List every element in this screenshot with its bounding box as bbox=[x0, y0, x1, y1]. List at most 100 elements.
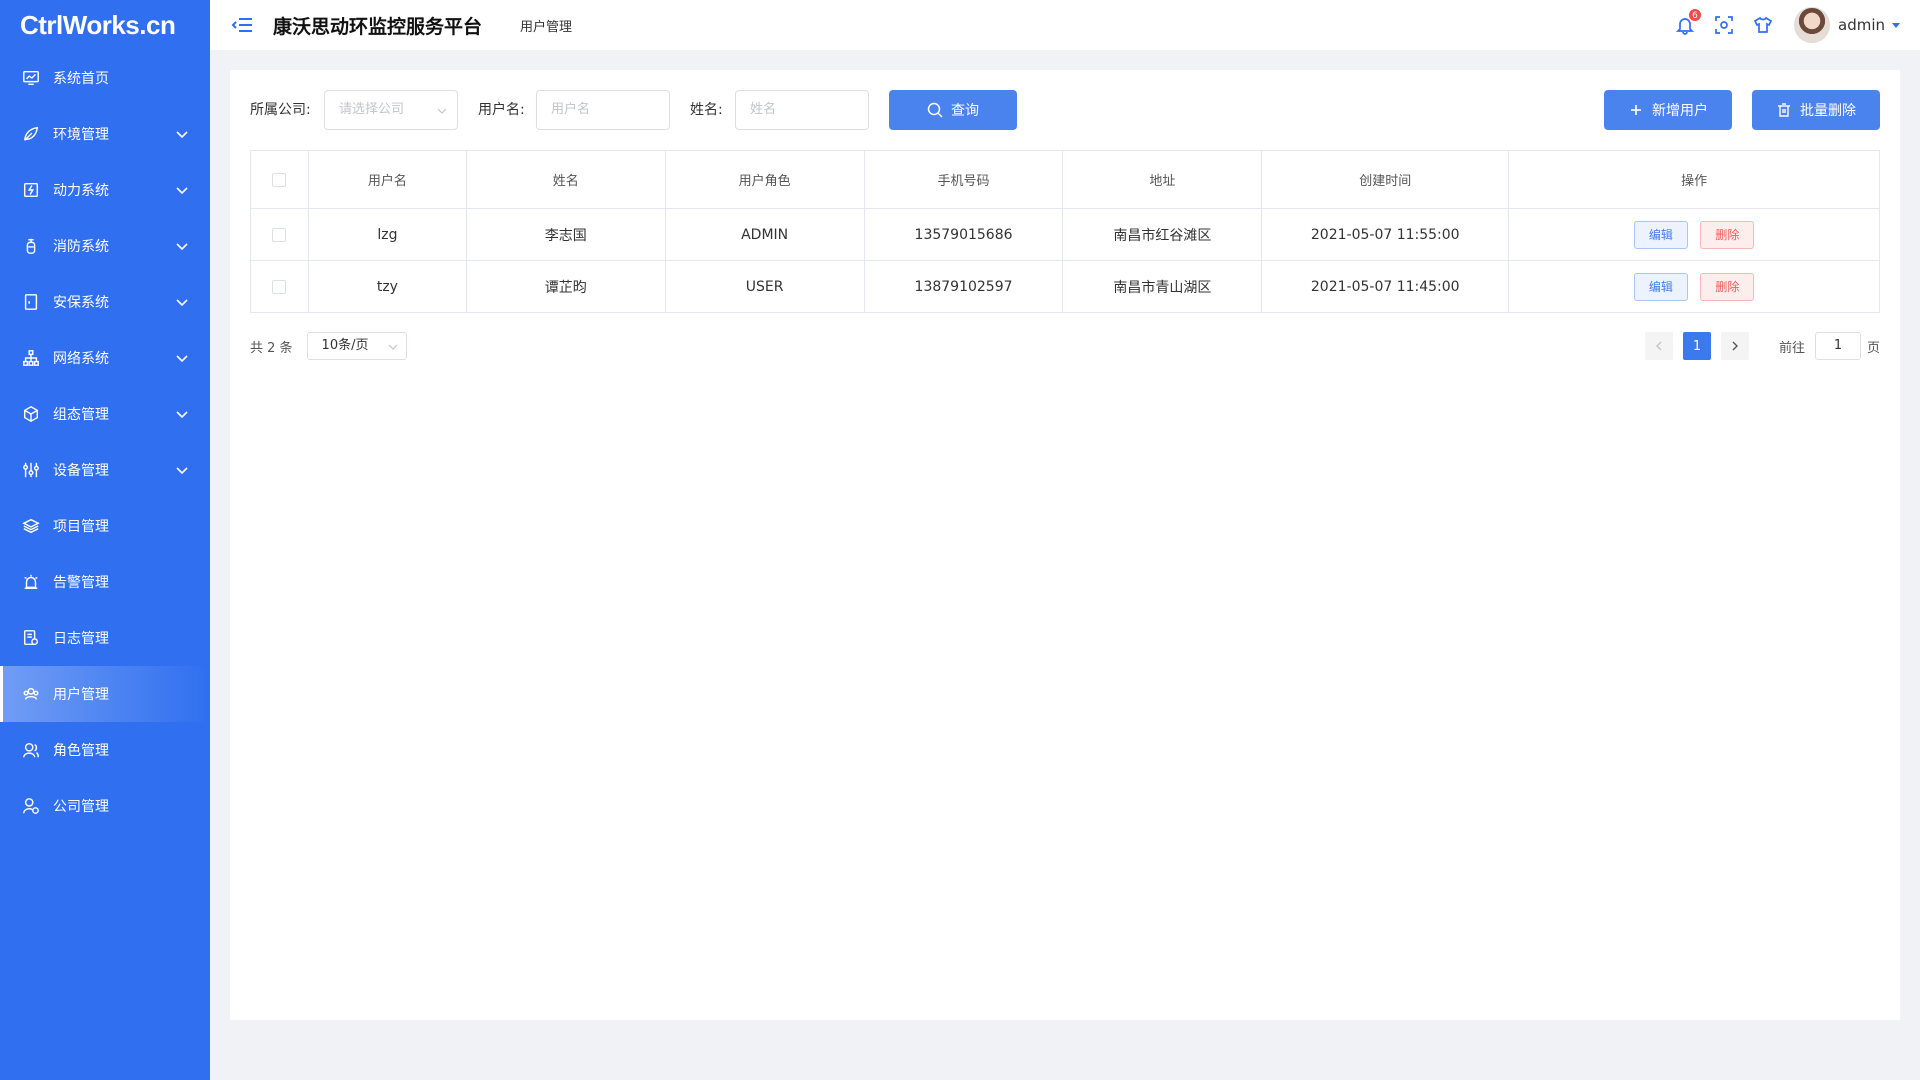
alarm-icon bbox=[21, 572, 41, 592]
edit-button[interactable]: 编辑 bbox=[1633, 220, 1688, 249]
cube-icon bbox=[21, 404, 41, 424]
chevron-down-icon bbox=[176, 355, 188, 363]
sidebar-item-alarms[interactable]: 告警管理 bbox=[0, 554, 210, 610]
row-select-cell bbox=[250, 260, 309, 313]
page-number-button[interactable]: 1 bbox=[1682, 332, 1711, 360]
sidebar-menu: 系统首页 环境管理 动力系统 消防系统 安保系统 网络系统 组态管理 设备管理 … bbox=[0, 50, 210, 834]
delete-button[interactable]: 删除 bbox=[1700, 220, 1755, 249]
sidebar-item-projects[interactable]: 项目管理 bbox=[0, 498, 210, 554]
batch-delete-button-label: 批量删除 bbox=[1800, 103, 1856, 119]
screen-capture-icon[interactable] bbox=[1713, 14, 1735, 36]
prev-page-button[interactable] bbox=[1644, 332, 1673, 360]
cell-username: tzy bbox=[307, 260, 467, 313]
power-icon bbox=[21, 180, 41, 200]
goto-page-input[interactable]: 1 bbox=[1814, 332, 1861, 360]
notification-badge: 6 bbox=[1688, 8, 1702, 22]
logo: CtrlWorks.cn bbox=[20, 9, 176, 40]
name-input[interactable]: 姓名 bbox=[735, 90, 869, 130]
row-select-cell bbox=[250, 208, 309, 261]
sidebar-item-devices[interactable]: 设备管理 bbox=[0, 442, 210, 498]
log-icon bbox=[21, 628, 41, 648]
sidebar-item-companies[interactable]: 公司管理 bbox=[0, 778, 210, 834]
search-button-label: 查询 bbox=[951, 103, 979, 119]
delete-button[interactable]: 删除 bbox=[1700, 272, 1755, 301]
page-size-select[interactable]: 10条/页 bbox=[306, 332, 407, 360]
username-input[interactable]: 用户名 bbox=[536, 90, 670, 130]
chevron-down-icon bbox=[437, 108, 447, 114]
column-header: 姓名 bbox=[465, 150, 666, 209]
app-title: 康沃思动环监控服务平台 bbox=[273, 15, 483, 38]
avatar[interactable] bbox=[1794, 7, 1830, 43]
company-filter-label: 所属公司: bbox=[250, 102, 311, 118]
sliders-icon bbox=[21, 460, 41, 480]
caret-down-icon[interactable] bbox=[1892, 22, 1900, 28]
cell-created: 2021-05-07 11:45:00 bbox=[1261, 260, 1510, 313]
sidebar-item-label: 系统首页 bbox=[53, 71, 109, 87]
sidebar-item-home[interactable]: 系统首页 bbox=[0, 50, 210, 106]
cell-role: ADMIN bbox=[664, 208, 865, 261]
row-checkbox[interactable] bbox=[272, 227, 287, 242]
sidebar-item-configuration[interactable]: 组态管理 bbox=[0, 386, 210, 442]
next-page-button[interactable] bbox=[1720, 332, 1749, 360]
page-size-value: 10条/页 bbox=[321, 338, 369, 353]
users-icon bbox=[21, 684, 41, 704]
sidebar-item-power[interactable]: 动力系统 bbox=[0, 162, 210, 218]
filter-toolbar: 所属公司: 请选择公司 用户名: 用户名 姓名: 姓名 查询 新增用户 批量删除 bbox=[230, 90, 1900, 130]
username-filter-label: 用户名: bbox=[478, 102, 525, 118]
sidebar-item-label: 安保系统 bbox=[53, 295, 109, 311]
column-header: 创建时间 bbox=[1261, 150, 1510, 209]
fire-extinguisher-icon bbox=[21, 236, 41, 256]
role-icon bbox=[21, 740, 41, 760]
sidebar-item-environment[interactable]: 环境管理 bbox=[0, 106, 210, 162]
sidebar-item-users[interactable]: 用户管理 bbox=[0, 666, 210, 722]
security-door-icon bbox=[21, 292, 41, 312]
sidebar-item-fire[interactable]: 消防系统 bbox=[0, 218, 210, 274]
total-count: 共 2 条 bbox=[250, 340, 293, 356]
sidebar-item-label: 设备管理 bbox=[53, 463, 109, 479]
sidebar-item-label: 环境管理 bbox=[53, 127, 109, 143]
table-row: lzg 李志国 ADMIN 13579015686 南昌市红谷滩区 2021-0… bbox=[250, 208, 1880, 261]
username-input-placeholder: 用户名 bbox=[551, 102, 591, 117]
leaf-icon bbox=[21, 124, 41, 144]
breadcrumb: 用户管理 bbox=[520, 19, 573, 35]
sidebar-item-label: 网络系统 bbox=[53, 351, 109, 367]
chevron-down-icon bbox=[176, 411, 188, 419]
add-user-button-label: 新增用户 bbox=[1652, 103, 1708, 119]
sidebar-item-label: 告警管理 bbox=[53, 575, 109, 591]
pagination-summary: 共 2 条 10条/页 bbox=[250, 332, 407, 360]
edit-button[interactable]: 编辑 bbox=[1633, 272, 1688, 301]
table-row: tzy 谭芷昀 USER 13879102597 南昌市青山湖区 2021-05… bbox=[250, 260, 1880, 313]
batch-delete-button[interactable]: 批量删除 bbox=[1752, 90, 1880, 130]
username[interactable]: admin bbox=[1838, 16, 1885, 34]
chevron-down-icon bbox=[176, 187, 188, 195]
sidebar-item-network[interactable]: 网络系统 bbox=[0, 330, 210, 386]
cell-actions: 编辑 删除 bbox=[1508, 260, 1880, 313]
search-icon bbox=[927, 102, 943, 118]
bell-icon[interactable]: 6 bbox=[1674, 8, 1702, 36]
collapse-menu-icon[interactable] bbox=[231, 16, 253, 34]
add-user-button[interactable]: 新增用户 bbox=[1604, 90, 1732, 130]
sidebar-item-label: 组态管理 bbox=[53, 407, 109, 423]
goto-unit: 页 bbox=[1866, 340, 1880, 356]
chevron-down-icon bbox=[176, 299, 188, 307]
header-actions: 6 admin bbox=[1657, 7, 1900, 43]
sidebar-item-label: 消防系统 bbox=[53, 239, 109, 255]
company-select[interactable]: 请选择公司 bbox=[324, 90, 458, 130]
sidebar-item-logs[interactable]: 日志管理 bbox=[0, 610, 210, 666]
select-all-checkbox[interactable] bbox=[272, 172, 287, 187]
plus-icon bbox=[1631, 105, 1641, 115]
top-header: 康沃思动环监控服务平台 用户管理 6 admin bbox=[210, 0, 1920, 50]
search-button[interactable]: 查询 bbox=[889, 90, 1017, 130]
row-checkbox[interactable] bbox=[272, 279, 287, 294]
sidebar-item-roles[interactable]: 角色管理 bbox=[0, 722, 210, 778]
goto-label: 前往 bbox=[1778, 340, 1805, 356]
sidebar-item-label: 角色管理 bbox=[53, 743, 109, 759]
cell-actions: 编辑 删除 bbox=[1508, 208, 1880, 261]
sidebar-item-label: 日志管理 bbox=[53, 631, 109, 647]
sidebar-item-security[interactable]: 安保系统 bbox=[0, 274, 210, 330]
select-all-cell bbox=[250, 150, 309, 209]
cell-phone: 13579015686 bbox=[863, 208, 1064, 261]
cell-created: 2021-05-07 11:55:00 bbox=[1261, 208, 1510, 261]
theme-shirt-icon[interactable] bbox=[1752, 14, 1774, 36]
company-select-placeholder: 请选择公司 bbox=[339, 102, 405, 117]
